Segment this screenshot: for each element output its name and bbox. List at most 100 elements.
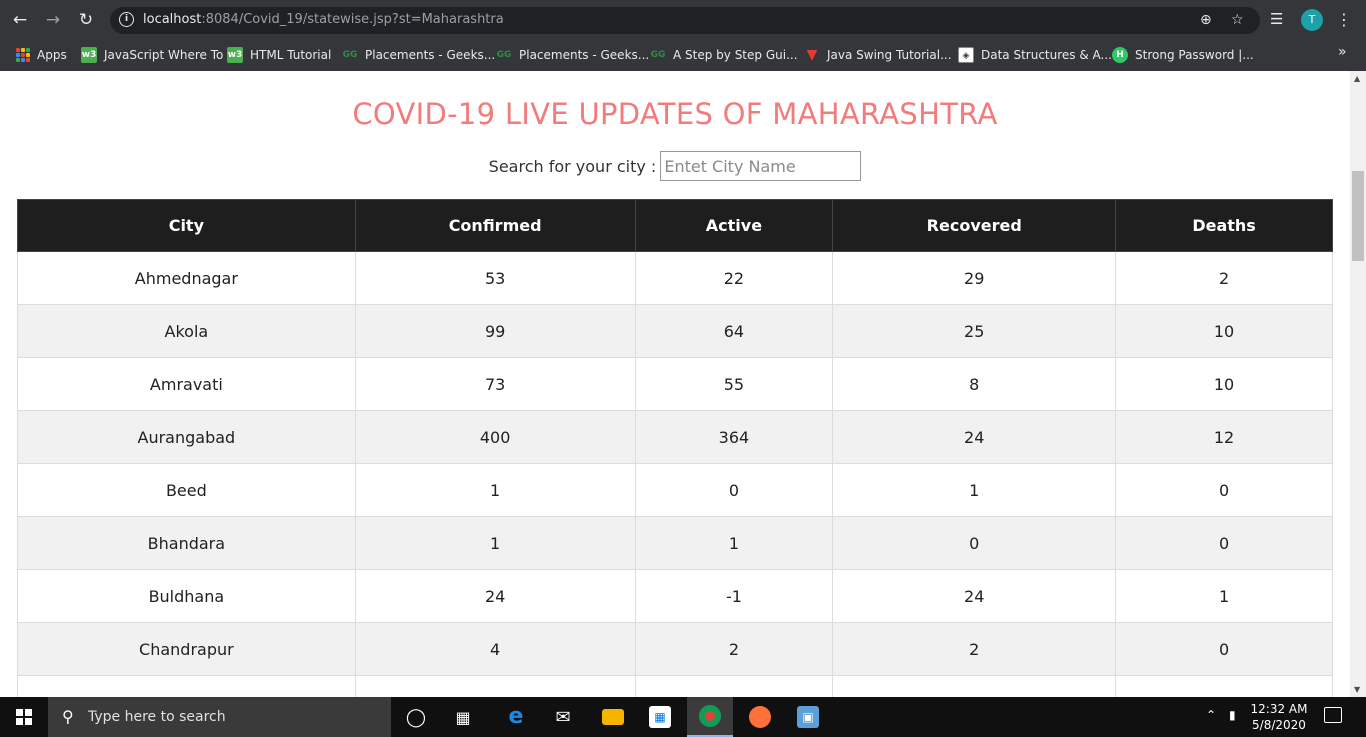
profile-avatar[interactable]: T xyxy=(1301,9,1323,31)
page-content: COVID-19 LIVE UPDATES OF MAHARASHTRA Sea… xyxy=(0,71,1350,697)
table-row: Akola 99 64 25 10 xyxy=(17,304,1333,358)
city-stats-table: City Confirmed Active Recovered Deaths A… xyxy=(17,199,1333,697)
table-cell-active: 364 xyxy=(634,410,834,464)
menu-kebab-icon[interactable]: ⋮ xyxy=(1336,10,1352,29)
table-cell-deaths: 0 xyxy=(1115,516,1333,570)
table-cell-city xyxy=(17,675,356,697)
table-cell-confirmed: 99 xyxy=(354,304,636,358)
header-recovered: Recovered xyxy=(832,199,1117,252)
clock-time: 12:32 AM xyxy=(1250,702,1308,716)
windows-taskbar: ⚲ Type here to search ◯ ▦ e ✉ ▦ ▣ ⌃ ▮ 12… xyxy=(0,697,1366,737)
hackerearth-icon: ◈ xyxy=(958,47,974,63)
table-cell-city: Akola xyxy=(17,304,356,358)
table-cell-confirmed: 73 xyxy=(354,357,636,411)
bookmark-label: Data Structures & A... xyxy=(981,48,1112,62)
geeksforgeeks-icon: GG xyxy=(650,50,666,60)
table-cell-active: 64 xyxy=(634,304,834,358)
cortana-icon[interactable]: ◯ xyxy=(393,697,439,737)
browser-toolbar: ← → ↻ i localhost:8084/Covid_19/statewis… xyxy=(0,0,1366,40)
table-cell-city: Beed xyxy=(17,463,356,517)
taskbar-search-box[interactable]: ⚲ Type here to search xyxy=(48,697,391,737)
table-row: Buldhana 24 -1 24 1 xyxy=(17,569,1333,623)
city-search-row: Search for your city : xyxy=(0,151,1350,181)
firefox-icon[interactable] xyxy=(737,697,783,737)
chevron-up-icon[interactable]: ⌃ xyxy=(1206,708,1216,722)
table-cell-city: Buldhana xyxy=(17,569,356,623)
bookmark-strong-password[interactable]: H Strong Password |... xyxy=(1112,46,1254,64)
bookmark-step-by-step[interactable]: GG A Step by Step Gui... xyxy=(650,46,798,64)
apps-grid-icon xyxy=(16,48,30,62)
clock-date: 5/8/2020 xyxy=(1252,718,1306,732)
table-cell-deaths: 10 xyxy=(1115,357,1333,411)
bookmark-java-swing[interactable]: ▼ Java Swing Tutorial... xyxy=(804,46,952,64)
reload-icon[interactable]: ↻ xyxy=(76,10,96,30)
star-bookmark-icon[interactable]: ☆ xyxy=(1231,12,1244,28)
table-cell-recovered: 24 xyxy=(832,410,1117,464)
bookmark-placements-geeks-2[interactable]: GG Placements - Geeks... xyxy=(496,46,650,64)
bookmark-html-tutorial[interactable]: w3 HTML Tutorial xyxy=(227,46,331,64)
hackerrank-icon: H xyxy=(1112,47,1128,63)
table-row: Beed 1 0 1 0 xyxy=(17,463,1333,517)
taskbar-search-placeholder: Type here to search xyxy=(88,709,226,725)
table-cell-confirmed: 400 xyxy=(354,410,636,464)
address-bar[interactable]: i localhost:8084/Covid_19/statewise.jsp?… xyxy=(110,7,1260,34)
microsoft-store-icon[interactable]: ▦ xyxy=(637,697,683,737)
table-cell-confirmed: 24 xyxy=(354,569,636,623)
search-label: Search for your city : xyxy=(488,156,657,176)
bookmark-placements-geeks-1[interactable]: GG Placements - Geeks... xyxy=(342,46,496,64)
header-active: Active xyxy=(634,199,834,252)
table-cell-deaths: 0 xyxy=(1115,622,1333,676)
table-cell-deaths: 10 xyxy=(1115,304,1333,358)
table-cell-confirmed: 4 xyxy=(354,622,636,676)
task-view-icon[interactable]: ▦ xyxy=(440,697,486,737)
table-cell-recovered: 24 xyxy=(832,569,1117,623)
header-deaths: Deaths xyxy=(1115,199,1333,252)
geeksforgeeks-icon: GG xyxy=(496,50,512,60)
url-path: :8084/Covid_19/statewise.jsp?st=Maharash… xyxy=(201,12,504,27)
geeksforgeeks-icon: GG xyxy=(342,50,358,60)
battery-icon[interactable]: ▮ xyxy=(1229,708,1236,722)
scrollbar-thumb[interactable] xyxy=(1352,171,1364,261)
virtualbox-icon[interactable]: ▣ xyxy=(785,697,831,737)
page-title: COVID-19 LIVE UPDATES OF MAHARASHTRA xyxy=(352,97,998,131)
table-row: Aurangabad 400 364 24 12 xyxy=(17,410,1333,464)
javatpoint-icon: ▼ xyxy=(806,47,818,63)
bookmark-javascript-where-to[interactable]: w3 JavaScript Where To xyxy=(81,46,223,64)
forward-arrow-icon[interactable]: → xyxy=(43,10,63,30)
w3schools-icon: w3 xyxy=(227,47,243,63)
system-clock[interactable]: 12:32 AM 5/8/2020 xyxy=(1244,701,1314,733)
url-text[interactable]: localhost:8084/Covid_19/statewise.jsp?st… xyxy=(143,12,504,27)
bookmark-label: Apps xyxy=(37,48,67,62)
notification-icon[interactable] xyxy=(1324,707,1342,723)
zoom-icon[interactable]: ⊕ xyxy=(1200,12,1212,28)
scroll-up-icon[interactable]: ▲ xyxy=(1354,74,1360,83)
bookmark-label: A Step by Step Gui... xyxy=(673,48,798,62)
chrome-icon[interactable] xyxy=(687,697,733,737)
table-cell-active: 1 xyxy=(634,516,834,570)
file-explorer-icon[interactable] xyxy=(590,697,636,737)
table-row: Ahmednagar 53 22 29 2 xyxy=(17,251,1333,305)
back-arrow-icon[interactable]: ← xyxy=(10,10,30,30)
table-cell-recovered: 0 xyxy=(832,516,1117,570)
header-city: City xyxy=(17,199,356,252)
table-cell-confirmed: 1 xyxy=(354,516,636,570)
mail-icon[interactable]: ✉ xyxy=(540,697,586,737)
bookmarks-bar: Apps w3 JavaScript Where To w3 HTML Tuto… xyxy=(0,40,1366,71)
bookmark-label: Java Swing Tutorial... xyxy=(827,48,952,62)
table-cell-recovered: 1 xyxy=(832,463,1117,517)
chevron-double-right-icon[interactable]: » xyxy=(1338,44,1347,60)
table-cell-recovered: 2 xyxy=(832,622,1117,676)
bookmark-label: Placements - Geeks... xyxy=(519,48,650,62)
table-row: Amravati 73 55 8 10 xyxy=(17,357,1333,411)
bookmark-label: JavaScript Where To xyxy=(104,48,224,62)
table-cell-active: 2 xyxy=(634,622,834,676)
info-icon[interactable]: i xyxy=(119,12,134,27)
bookmark-apps[interactable]: Apps xyxy=(16,46,67,64)
scroll-down-icon[interactable]: ▼ xyxy=(1354,685,1360,694)
windows-start-icon[interactable] xyxy=(16,709,32,725)
edge-browser-icon[interactable]: e xyxy=(493,697,539,737)
media-queue-icon[interactable]: ☰ xyxy=(1270,10,1283,28)
bookmark-data-structures[interactable]: ◈ Data Structures & A... xyxy=(958,46,1112,64)
page-scrollbar[interactable]: ▲ ▼ xyxy=(1350,71,1366,697)
city-search-input[interactable] xyxy=(660,151,862,181)
